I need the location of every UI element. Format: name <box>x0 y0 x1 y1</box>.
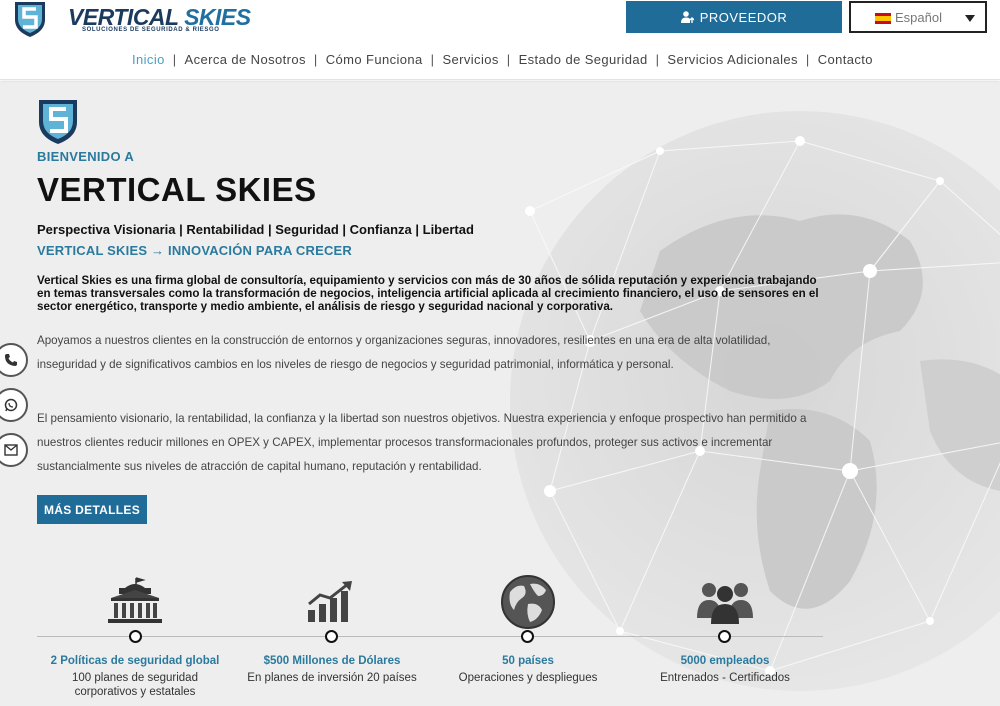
site-logo[interactable]: VERTICAL SKIES SOLUCIONES DE SEGURIDAD &… <box>12 0 251 40</box>
nav-item-inicio[interactable]: Inicio <box>124 52 173 67</box>
stat-title-employees: 5000 empleados <box>680 655 770 667</box>
timeline-dot <box>718 630 731 643</box>
timeline-dot <box>521 630 534 643</box>
phone-icon <box>5 354 17 366</box>
site-header: VERTICAL SKIES SOLUCIONES DE SEGURIDAD &… <box>0 0 1000 80</box>
whatsapp-icon <box>4 398 18 412</box>
language-select[interactable]: Español <box>849 1 987 33</box>
main-nav: Inicio | Acerca de Nosotros | Cómo Funci… <box>124 52 881 67</box>
language-value: Español <box>895 9 942 25</box>
body-paragraph-1: Apoyamos a nuestros clientes en la const… <box>37 334 771 371</box>
globe-icon <box>501 575 555 629</box>
stat-title-countries: 50 países <box>502 655 554 667</box>
email-icon <box>4 444 18 456</box>
proveedor-button[interactable]: PROVEEDOR <box>626 1 842 33</box>
timeline-dot <box>129 630 142 643</box>
body-paragraph-2: El pensamiento visionario, la rentabilid… <box>37 412 807 473</box>
welcome-label: BIENVENIDO A <box>37 149 135 164</box>
hero-title: VERTICAL SKIES <box>37 171 317 208</box>
stat-desc-policies: 100 planes de seguridad corporativos y e… <box>72 672 198 698</box>
user-upload-icon <box>680 11 694 23</box>
shield-logo-icon <box>15 2 45 37</box>
nav-item-servicios-adicionales[interactable]: Servicios Adicionales <box>659 52 806 67</box>
nav-item-como-funciona[interactable]: Cómo Funciona <box>318 52 431 67</box>
hero-subtitle: VERTICAL SKIES → INNOVACIÓN PARA CRECER <box>37 243 353 258</box>
stat-title-investment: $500 Millones de Dólares <box>263 655 401 667</box>
growth-chart-icon <box>308 581 352 622</box>
shield-emblem-icon <box>39 100 77 144</box>
hero-tagline: Perspectiva Visionaria | Rentabilidad | … <box>37 222 474 237</box>
timeline-dot <box>325 630 338 643</box>
intro-paragraph: Vertical Skies es una firma global de co… <box>37 274 819 313</box>
stats-timeline <box>37 636 823 637</box>
nav-item-contacto[interactable]: Contacto <box>810 52 881 67</box>
chevron-down-icon <box>965 15 975 22</box>
stat-title-policies: 2 Políticas de seguridad global <box>50 655 220 667</box>
team-icon <box>697 583 753 624</box>
proveedor-label: PROVEEDOR <box>699 9 788 25</box>
nav-item-acerca[interactable]: Acerca de Nosotros <box>177 52 314 67</box>
stat-desc-investment: En planes de inversión 20 países <box>247 672 417 684</box>
spain-flag-icon <box>875 13 891 24</box>
logo-tagline: SOLUCIONES DE SEGURIDAD & RIESGO <box>82 27 220 33</box>
mas-detalles-button[interactable]: MÁS DETALLES <box>37 495 147 524</box>
stat-desc-employees: Entrenados - Certificados <box>660 672 790 684</box>
government-building-icon <box>108 577 162 623</box>
nav-item-servicios[interactable]: Servicios <box>434 52 506 67</box>
stat-desc-countries: Operaciones y despliegues <box>458 672 598 684</box>
nav-item-estado-seguridad[interactable]: Estado de Seguridad <box>511 52 656 67</box>
